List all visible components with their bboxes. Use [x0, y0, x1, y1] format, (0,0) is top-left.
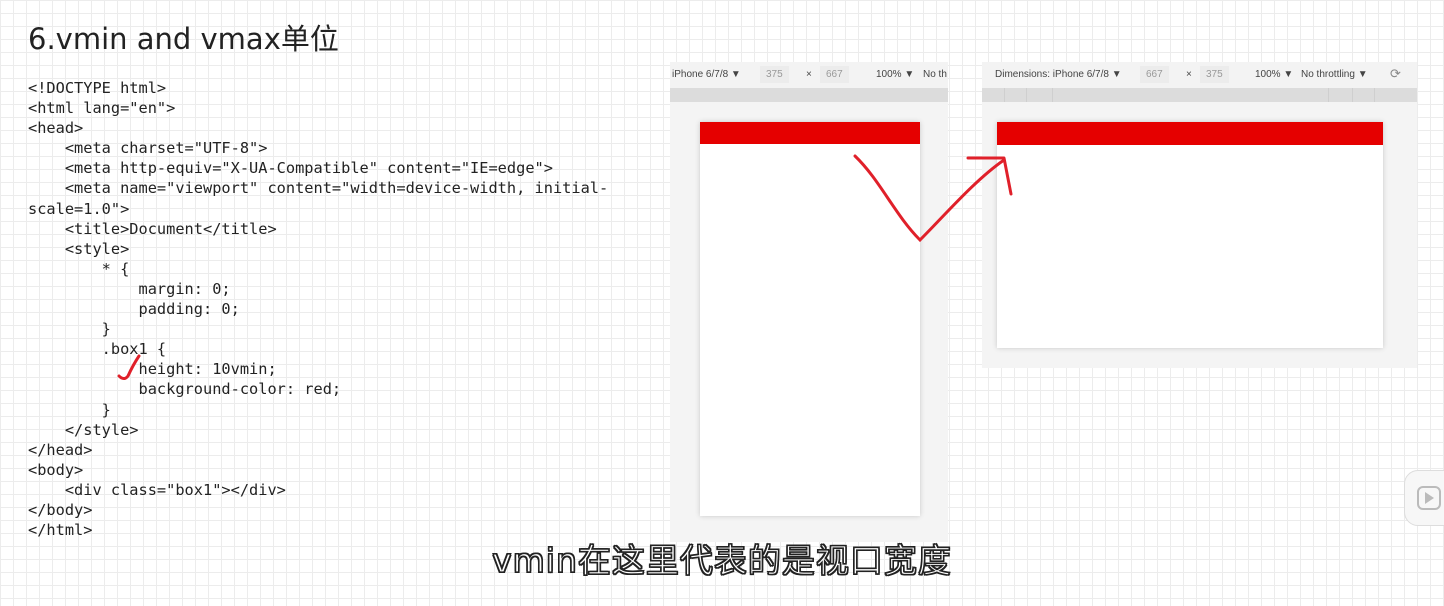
code-line: <meta http-equiv="X-UA-Compatible" conte… [28, 159, 553, 178]
code-line: <head> [28, 119, 84, 138]
box1-red-bar [700, 122, 920, 144]
media-query-ruler [982, 88, 1417, 102]
code-block: <!DOCTYPE html> <html lang="en"> <head> <m… [28, 78, 668, 540]
box1-red-bar [997, 122, 1383, 145]
device-select[interactable]: iPhone 6/7/8 ▼ [672, 69, 741, 80]
code-line: <title>Document</title> [28, 219, 277, 238]
code-line: <html lang="en"> [28, 99, 176, 118]
code-line: </head> [28, 440, 93, 459]
play-icon [1417, 486, 1441, 510]
device-select[interactable]: Dimensions: iPhone 6/7/8 ▼ [995, 69, 1122, 80]
code-line: <meta name="viewport" content="width=dev… [28, 179, 609, 198]
width-input[interactable]: 667 [1140, 66, 1169, 83]
zoom-select[interactable]: 100% ▼ [876, 69, 914, 80]
right-device-toolbar: Dimensions: iPhone 6/7/8 ▼ 667 × 375 100… [982, 62, 1417, 88]
code-line: </body> [28, 500, 93, 519]
left-device-toolbar: iPhone 6/7/8 ▼ 375 × 667 100% ▼ No th [670, 62, 948, 88]
code-line: height: 10vmin; [28, 360, 277, 379]
throttle-select[interactable]: No throttling ▼ [1301, 69, 1368, 80]
times-label: × [806, 69, 812, 80]
code-line: <div class="box1"></div> [28, 480, 286, 499]
height-input[interactable]: 375 [1200, 66, 1229, 83]
code-line: * { [28, 259, 130, 278]
width-input[interactable]: 375 [760, 66, 789, 83]
code-line: scale=1.0"> [28, 199, 130, 218]
throttle-select[interactable]: No th [923, 69, 947, 80]
code-line: background-color: red; [28, 380, 342, 399]
code-line: </style> [28, 420, 139, 439]
code-line: padding: 0; [28, 300, 240, 319]
slide-title: 6.vmin and vmax单位 [28, 22, 339, 56]
left-viewport [700, 122, 920, 516]
code-line: <body> [28, 460, 84, 479]
code-line: } [28, 400, 111, 419]
zoom-select[interactable]: 100% ▼ [1255, 69, 1293, 80]
side-play-button[interactable] [1404, 470, 1444, 526]
video-subtitle: vmin在这里代表的是视口宽度 [492, 540, 952, 580]
code-line: <meta charset="UTF-8"> [28, 139, 268, 158]
rotate-icon[interactable]: ⟳ [1390, 66, 1401, 82]
code-line: margin: 0; [28, 279, 231, 298]
times-label: × [1186, 69, 1192, 80]
code-line: <!DOCTYPE html> [28, 79, 167, 97]
code-line: <style> [28, 239, 130, 258]
right-viewport [997, 122, 1383, 348]
code-line: } [28, 320, 111, 339]
code-line: .box1 { [28, 340, 167, 359]
media-query-ruler [670, 88, 948, 102]
height-input[interactable]: 667 [820, 66, 849, 83]
